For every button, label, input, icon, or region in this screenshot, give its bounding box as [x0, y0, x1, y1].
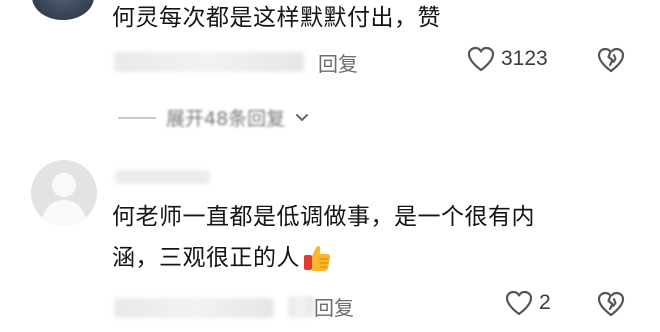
- comment-text: 何灵每次都是这样默默付出，赞: [112, 5, 441, 31]
- divider-line: [118, 116, 156, 119]
- avatar[interactable]: [32, 0, 94, 20]
- like-button[interactable]: 3123: [467, 46, 548, 72]
- like-button[interactable]: 2: [505, 290, 551, 316]
- reply-button[interactable]: 回复: [318, 48, 358, 77]
- broken-heart-icon: [596, 47, 626, 73]
- dislike-button[interactable]: [596, 291, 626, 317]
- broken-heart-icon: [596, 291, 626, 317]
- reply-button[interactable]: 回复: [314, 292, 354, 321]
- comment-text-line2-wrap: 涵，三观很正的人: [112, 240, 332, 276]
- comment-meta-extra: [288, 296, 314, 318]
- heart-outline-icon: [467, 46, 495, 72]
- expand-replies-label: 展开48条回复: [166, 108, 286, 130]
- like-count: 2: [539, 291, 551, 314]
- comment-meta: [114, 52, 304, 72]
- dislike-button[interactable]: [596, 47, 626, 73]
- expand-replies[interactable]: 展开48条回复: [118, 104, 309, 131]
- thumbs-up-emoji: [302, 243, 332, 273]
- comment-text-line2: 涵，三观很正的人: [112, 245, 300, 271]
- chevron-down-icon: [295, 108, 309, 127]
- username[interactable]: [115, 170, 210, 184]
- comment-meta: [114, 298, 274, 318]
- like-count: 3123: [501, 47, 548, 70]
- avatar[interactable]: [31, 160, 97, 226]
- heart-outline-icon: [505, 290, 533, 316]
- comment-text-line1: 何老师一直都是低调做事，是一个很有内: [112, 204, 535, 230]
